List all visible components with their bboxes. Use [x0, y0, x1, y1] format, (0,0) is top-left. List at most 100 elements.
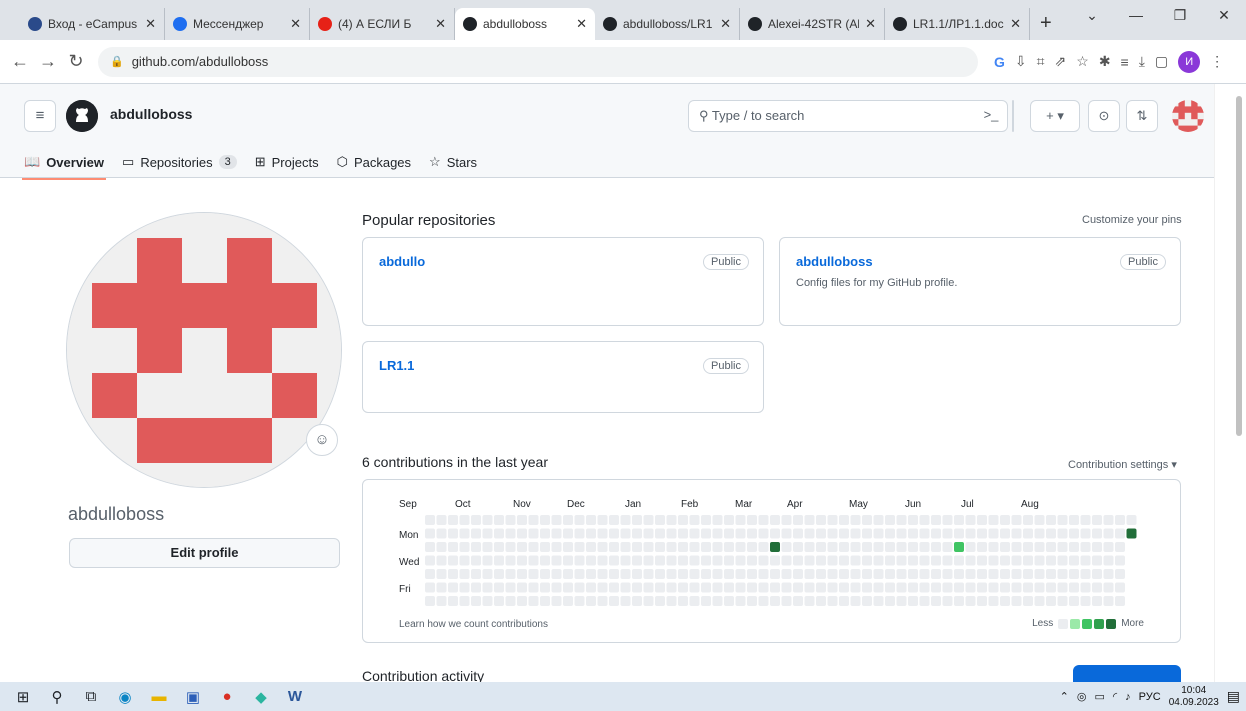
- contribution-day-cell[interactable]: [1115, 555, 1125, 566]
- contribution-day-cell[interactable]: [643, 515, 654, 525]
- contribution-day-cell[interactable]: [425, 528, 435, 539]
- contribution-day-cell[interactable]: [885, 582, 895, 593]
- language-indicator[interactable]: РУС: [1139, 691, 1161, 703]
- tab-repositories[interactable]: ▭ Repositories 3: [122, 146, 237, 178]
- contribution-day-cell[interactable]: [448, 528, 458, 539]
- minimize-button[interactable]: —: [1114, 0, 1158, 32]
- contribution-day-cell[interactable]: [701, 569, 711, 579]
- contribution-day-cell[interactable]: [977, 555, 987, 566]
- contribution-day-cell[interactable]: [770, 528, 780, 539]
- contribution-day-cell[interactable]: [459, 569, 470, 579]
- contribution-day-cell[interactable]: [1069, 569, 1079, 579]
- contribution-day-cell[interactable]: [1034, 515, 1045, 525]
- contribution-day-cell[interactable]: [482, 515, 493, 525]
- contribution-day-cell[interactable]: [862, 528, 872, 539]
- contribution-day-cell[interactable]: [827, 555, 838, 566]
- contribution-day-cell[interactable]: [517, 582, 527, 593]
- contribution-day-cell[interactable]: [954, 582, 964, 593]
- tray-chevron-icon[interactable]: ⌃: [1060, 690, 1069, 703]
- contribution-day-cell[interactable]: [505, 528, 516, 539]
- contribution-day-cell[interactable]: [758, 555, 769, 566]
- contribution-day-cell[interactable]: [735, 542, 746, 552]
- contribution-day-cell[interactable]: [1115, 569, 1125, 579]
- contribution-day-cell[interactable]: [425, 596, 435, 606]
- issues-icon[interactable]: ⊙: [1088, 100, 1120, 132]
- contribution-day-cell[interactable]: [574, 569, 585, 579]
- contribution-day-cell[interactable]: [436, 555, 447, 566]
- contribution-day-cell[interactable]: [896, 528, 907, 539]
- new-tab-button[interactable]: +: [1030, 8, 1062, 40]
- contribution-day-cell[interactable]: [747, 542, 757, 552]
- browser-tab[interactable]: Alexei-42STR (Al ✕: [740, 8, 885, 40]
- contribution-day-cell[interactable]: [597, 596, 608, 606]
- contribution-day-cell[interactable]: [448, 582, 458, 593]
- contribution-day-cell[interactable]: [505, 582, 516, 593]
- edge-icon[interactable]: ◉: [108, 682, 142, 711]
- contribution-day-cell[interactable]: [620, 542, 631, 552]
- contribution-day-cell[interactable]: [655, 569, 665, 579]
- contribution-day-cell[interactable]: [563, 582, 573, 593]
- contribution-day-cell[interactable]: [436, 596, 447, 606]
- contribution-day-cell[interactable]: [862, 582, 872, 593]
- contribution-day-cell[interactable]: [1057, 596, 1068, 606]
- contribution-day-cell[interactable]: [919, 582, 930, 593]
- contribution-day-cell[interactable]: [448, 515, 458, 525]
- contribution-day-cell[interactable]: [1000, 569, 1010, 579]
- contribution-day-cell[interactable]: [873, 596, 884, 606]
- contribution-day-cell[interactable]: [747, 515, 757, 525]
- contribution-day-cell[interactable]: [724, 542, 734, 552]
- contribution-day-cell[interactable]: [942, 582, 953, 593]
- contribution-day-cell[interactable]: [885, 515, 895, 525]
- contribution-day-cell[interactable]: [563, 528, 573, 539]
- contribution-day-cell[interactable]: [482, 528, 493, 539]
- contribution-day-cell[interactable]: [931, 569, 941, 579]
- contribution-day-cell[interactable]: [942, 596, 953, 606]
- contribution-day-cell[interactable]: [586, 542, 596, 552]
- contribution-day-cell[interactable]: [793, 582, 803, 593]
- contribution-day-cell[interactable]: [471, 555, 481, 566]
- contribution-day-cell[interactable]: [770, 569, 780, 579]
- contribution-day-cell[interactable]: [977, 515, 987, 525]
- contribution-day-cell[interactable]: [574, 515, 585, 525]
- contribution-day-cell[interactable]: [1011, 515, 1022, 525]
- contribution-day-cell[interactable]: [517, 555, 527, 566]
- contribution-day-cell[interactable]: [471, 596, 481, 606]
- contribution-day-cell[interactable]: [609, 542, 619, 552]
- contribution-day-cell[interactable]: [1080, 555, 1091, 566]
- tab-projects[interactable]: ⊞ Projects: [255, 146, 319, 178]
- contribution-day-cell[interactable]: [804, 569, 815, 579]
- contribution-day-cell[interactable]: [655, 555, 665, 566]
- contribution-day-cell[interactable]: [712, 515, 723, 525]
- contribution-day-cell[interactable]: [563, 542, 573, 552]
- contribution-day-cell[interactable]: [701, 515, 711, 525]
- contribution-day-cell[interactable]: [850, 569, 861, 579]
- contribution-day-cell[interactable]: [804, 582, 815, 593]
- contribution-day-cell[interactable]: [540, 596, 550, 606]
- contribution-day-cell[interactable]: [885, 528, 895, 539]
- contribution-day-cell[interactable]: [482, 555, 493, 566]
- contribution-day-cell[interactable]: [885, 596, 895, 606]
- contribution-day-cell[interactable]: [701, 542, 711, 552]
- contribution-day-cell[interactable]: [1023, 596, 1033, 606]
- tab-overview[interactable]: 📖 Overview: [21, 146, 107, 180]
- contribution-day-cell[interactable]: [482, 542, 493, 552]
- contribution-day-cell[interactable]: [1046, 555, 1056, 566]
- contribution-day-cell[interactable]: [942, 542, 953, 552]
- contribution-day-cell[interactable]: [1057, 569, 1068, 579]
- contribution-day-cell[interactable]: [954, 555, 964, 566]
- contribution-day-cell[interactable]: [724, 528, 734, 539]
- contribution-day-cell[interactable]: [954, 528, 964, 539]
- contribution-day-cell[interactable]: [574, 582, 585, 593]
- contribution-day-cell[interactable]: [977, 528, 987, 539]
- contribution-day-cell[interactable]: [1046, 582, 1056, 593]
- contribution-day-cell[interactable]: [425, 515, 435, 525]
- contribution-day-cell[interactable]: [850, 528, 861, 539]
- contribution-day-cell[interactable]: [988, 596, 999, 606]
- contribution-day-cell[interactable]: [735, 555, 746, 566]
- contribution-day-cell[interactable]: [666, 515, 677, 525]
- browser-tab[interactable]: (4) А ЕСЛИ Б ✕: [310, 8, 455, 40]
- contribution-day-cell[interactable]: [839, 542, 849, 552]
- contribution-day-cell[interactable]: [701, 582, 711, 593]
- contribution-day-cell[interactable]: [1000, 596, 1010, 606]
- contribution-day-cell[interactable]: [896, 555, 907, 566]
